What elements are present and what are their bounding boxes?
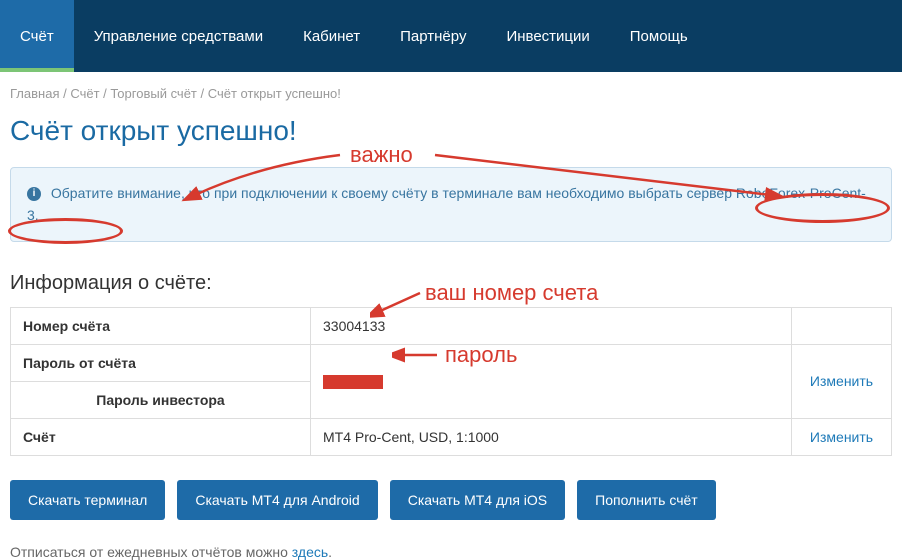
breadcrumb: Главная / Счёт / Торговый счёт / Счёт от…: [0, 72, 902, 115]
nav-account[interactable]: Счёт: [0, 0, 74, 72]
action-buttons: Скачать терминал Скачать MT4 для Android…: [10, 480, 892, 520]
table-row: Номер счёта 33004133: [11, 307, 892, 344]
row-label: Номер счёта: [11, 307, 311, 344]
row-action: [792, 307, 892, 344]
table-row: Счёт MT4 Pro-Cent, USD, 1:1000 Изменить: [11, 418, 892, 455]
nav-invest[interactable]: Инвестиции: [486, 0, 609, 72]
row-label: Пароль инвестора: [11, 381, 311, 418]
nav-funds[interactable]: Управление средствами: [74, 0, 283, 72]
row-value: MT4 Pro-Cent, USD, 1:1000: [311, 418, 792, 455]
redacted-password: [323, 375, 383, 389]
change-password-link[interactable]: Изменить: [810, 373, 873, 389]
deposit-button[interactable]: Пополнить счёт: [577, 480, 716, 520]
main-nav: Счёт Управление средствами Кабинет Партн…: [0, 0, 902, 72]
account-info-table: Номер счёта 33004133 Пароль от счёта Изм…: [10, 307, 892, 456]
info-icon: i: [27, 187, 41, 201]
row-label: Пароль от счёта: [11, 344, 311, 381]
nav-cabinet[interactable]: Кабинет: [283, 0, 380, 72]
row-action: Изменить: [792, 344, 892, 418]
nav-help[interactable]: Помощь: [610, 0, 708, 72]
table-row: Пароль от счёта Изменить: [11, 344, 892, 381]
row-label: Счёт: [11, 418, 311, 455]
row-action: Изменить: [792, 418, 892, 455]
account-info-title: Информация о счёте:: [10, 272, 892, 295]
row-value: [311, 344, 792, 418]
change-account-link[interactable]: Изменить: [810, 429, 873, 445]
download-mt4-android-button[interactable]: Скачать MT4 для Android: [177, 480, 377, 520]
unsubscribe-text: Отписаться от ежедневных отчётов можно з…: [10, 544, 892, 560]
page-title: Счёт открыт успешно!: [10, 115, 892, 147]
row-value: 33004133: [311, 307, 792, 344]
download-terminal-button[interactable]: Скачать терминал: [10, 480, 165, 520]
unsubscribe-link[interactable]: здесь: [292, 544, 328, 560]
nav-partner[interactable]: Партнёру: [380, 0, 486, 72]
info-alert: i Обратите внимание, что при подключении…: [10, 167, 892, 242]
info-text: Обратите внимание, что при подключении к…: [27, 185, 866, 223]
download-mt4-ios-button[interactable]: Скачать MT4 для iOS: [390, 480, 565, 520]
